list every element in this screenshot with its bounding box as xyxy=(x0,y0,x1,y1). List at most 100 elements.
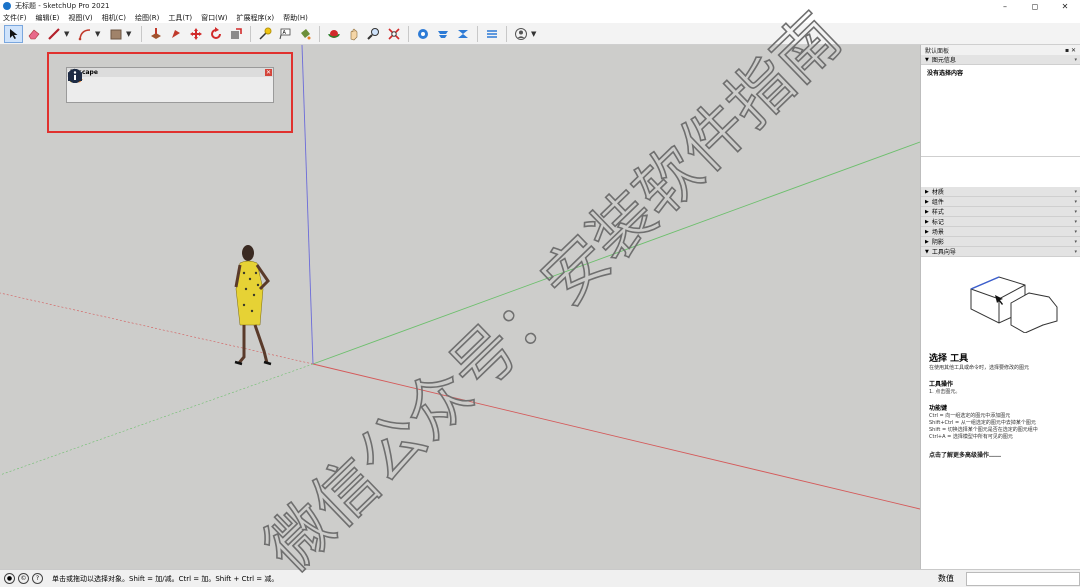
section-instructor[interactable]: ▼ 工具向导 ▾ xyxy=(921,247,1080,257)
instructor-tool-title: 选择 工具 xyxy=(929,354,969,364)
zoom-icon[interactable] xyxy=(364,25,383,43)
enscape-close-button[interactable]: ✕ xyxy=(265,69,272,76)
asset-library-icon[interactable] xyxy=(68,69,164,98)
toolbar-separator xyxy=(477,25,478,42)
menu-camera[interactable]: 相机(C) xyxy=(102,13,126,23)
send-to-layout-icon[interactable] xyxy=(482,25,501,43)
enscape-toolbar-header[interactable]: Enscape ✕ xyxy=(67,68,273,77)
collapsed-arrow-icon: ▶ xyxy=(925,208,929,215)
section-components[interactable]: ▶ 组件 ▾ xyxy=(921,197,1080,207)
move-icon[interactable] xyxy=(186,25,205,43)
section-shadows[interactable]: ▶ 阴影 ▾ xyxy=(921,237,1080,247)
menu-window[interactable]: 窗口(W) xyxy=(201,13,227,23)
chevron-down-icon[interactable]: ▼ xyxy=(64,30,72,38)
account-icon[interactable] xyxy=(511,25,530,43)
eraser-icon[interactable] xyxy=(24,25,43,43)
feedback-mail-icon[interactable] xyxy=(67,70,248,98)
ground-plane xyxy=(0,45,920,569)
section-label: 阴影 xyxy=(931,239,944,246)
pan-icon[interactable] xyxy=(344,25,363,43)
title-bar: 无标题 - SketchUp Pro 2021 – ◻ ✕ xyxy=(0,0,1080,12)
svg-text:A: A xyxy=(282,30,286,36)
dropdown-icon[interactable]: ▾ xyxy=(1074,57,1077,63)
tray-spacer xyxy=(921,157,1080,187)
toolbar-separator xyxy=(250,25,251,42)
section-scenes[interactable]: ▶ 场景 ▾ xyxy=(921,227,1080,237)
section-entity-info[interactable]: ▼ 图元信息 ▾ xyxy=(921,55,1080,65)
instructor-key-line: Ctrl = 向一组选定的图元中添加图元 xyxy=(929,413,1011,419)
warehouse-icon[interactable] xyxy=(413,25,432,43)
add-icon[interactable] xyxy=(68,69,146,98)
dropdown-icon[interactable]: ▾ xyxy=(1074,209,1077,215)
dropdown-icon[interactable]: ▾ xyxy=(1074,249,1077,255)
scale-icon[interactable] xyxy=(226,25,245,43)
section-materials[interactable]: ▶ 材质 ▾ xyxy=(921,187,1080,197)
menu-bar: 文件(F) 编辑(E) 视图(V) 相机(C) 绘图(R) 工具(T) 窗口(W… xyxy=(0,12,1080,23)
sync-update-icon[interactable] xyxy=(69,68,104,98)
menu-edit[interactable]: 编辑(E) xyxy=(36,13,60,23)
expanded-arrow-icon: ▼ xyxy=(925,56,929,63)
section-label: 样式 xyxy=(931,209,944,216)
menu-draw[interactable]: 绘图(R) xyxy=(135,13,159,23)
arc-icon[interactable] xyxy=(75,25,94,43)
dropdown-icon[interactable]: ▾ xyxy=(1074,189,1077,195)
dropdown-icon[interactable]: ▾ xyxy=(1074,239,1077,245)
minimize-button[interactable]: – xyxy=(990,2,1020,11)
chevron-down-icon[interactable]: ▼ xyxy=(95,30,103,38)
instructor-key-line: Shift = 切换选择某个图元是否在选定的图元组中 xyxy=(929,427,1038,433)
menu-extensions[interactable]: 扩展程序(x) xyxy=(236,13,274,23)
text-icon[interactable]: A xyxy=(275,25,294,43)
settings-gear-icon[interactable] xyxy=(68,69,224,98)
section-styles[interactable]: ▶ 样式 ▾ xyxy=(921,207,1080,217)
offset-icon[interactable] xyxy=(166,25,185,43)
tray-controls[interactable]: ▪ ✕ xyxy=(1065,47,1076,54)
collapsed-arrow-icon: ▶ xyxy=(925,188,929,195)
expanded-arrow-icon: ▼ xyxy=(925,248,929,255)
close-button[interactable]: ✕ xyxy=(1050,2,1080,11)
chevron-down-icon[interactable]: ▼ xyxy=(531,30,539,38)
collapsed-arrow-icon: ▶ xyxy=(925,198,929,205)
section-label: 场景 xyxy=(931,229,944,236)
select-icon[interactable] xyxy=(4,24,23,43)
menu-file[interactable]: 文件(F) xyxy=(3,13,27,23)
rotate-icon[interactable] xyxy=(206,25,225,43)
section-label: 工具向导 xyxy=(931,249,956,256)
menu-help[interactable]: 帮助(H) xyxy=(283,13,308,23)
enscape-icons xyxy=(67,68,273,103)
section-tags[interactable]: ▶ 标记 ▾ xyxy=(921,217,1080,227)
dropdown-icon[interactable]: ▾ xyxy=(1074,219,1077,225)
line-icon[interactable] xyxy=(44,25,63,43)
window-controls: – ◻ ✕ xyxy=(990,2,1080,11)
advanced-operations-link[interactable]: 点击了解更多高级操作…… xyxy=(929,450,1072,459)
measurements-input[interactable] xyxy=(966,571,1080,586)
dropdown-icon[interactable]: ▾ xyxy=(1074,199,1077,205)
material-editor-icon[interactable] xyxy=(68,69,182,98)
menu-view[interactable]: 视图(V) xyxy=(68,13,92,23)
entity-info-text: 没有选择内容 xyxy=(927,70,964,77)
dropdown-icon[interactable]: ▾ xyxy=(1074,229,1077,235)
geolocation-icon[interactable]: ● xyxy=(4,573,15,584)
layout-icon[interactable] xyxy=(453,25,472,43)
sketchup-logo-icon xyxy=(3,2,11,10)
orbit-icon[interactable] xyxy=(324,25,343,43)
credits-icon[interactable]: © xyxy=(18,573,29,584)
tape-measure-icon[interactable] xyxy=(255,25,274,43)
paint-bucket-icon[interactable] xyxy=(295,25,314,43)
upload-icon[interactable] xyxy=(69,71,200,98)
section-label: 标记 xyxy=(931,219,944,226)
start-enscape-icon[interactable] xyxy=(69,71,86,98)
push-pull-icon[interactable] xyxy=(146,25,165,43)
modeling-viewport[interactable]: Enscape ✕ xyxy=(0,45,920,569)
help-icon[interactable]: ? xyxy=(32,573,43,584)
extension-warehouse-icon[interactable] xyxy=(433,25,452,43)
instructor-ops-heading: 工具操作 xyxy=(929,381,954,388)
maximize-button[interactable]: ◻ xyxy=(1020,2,1050,11)
about-info-icon[interactable] xyxy=(68,69,266,98)
rectangle-icon[interactable] xyxy=(106,25,125,43)
zoom-extents-icon[interactable] xyxy=(384,25,403,43)
sync-views-icon[interactable] xyxy=(68,71,122,98)
enscape-toolbar[interactable]: Enscape ✕ xyxy=(66,67,274,103)
instructor-tool-subtitle: 在使用其他工具或命令时，选择要修改的图元 xyxy=(929,365,1030,371)
chevron-down-icon[interactable]: ▼ xyxy=(126,30,134,38)
menu-tools[interactable]: 工具(T) xyxy=(168,13,192,23)
